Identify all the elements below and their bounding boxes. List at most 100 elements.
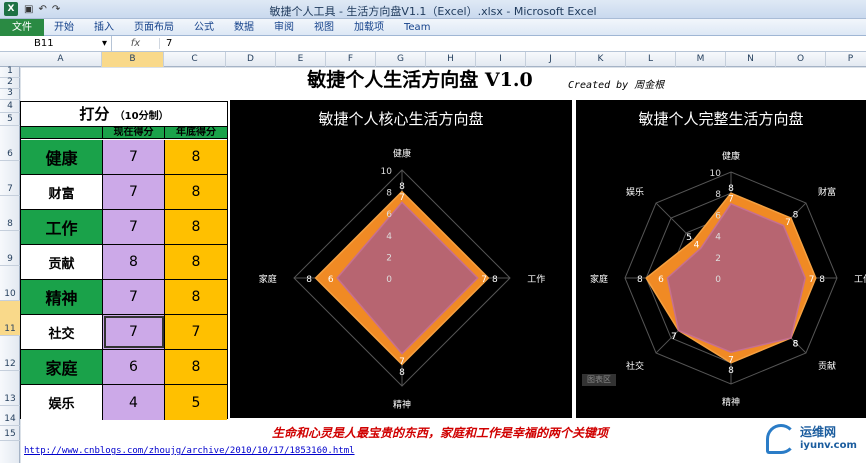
score-now-cell[interactable]: 7 — [103, 280, 165, 314]
score-end-cell[interactable]: 8 — [165, 280, 227, 314]
score-now-cell[interactable]: 6 — [103, 350, 165, 384]
radar-axis-label: 家庭 — [590, 273, 608, 285]
column-headers: ABCDEFGHIJKLMNOP — [0, 52, 866, 67]
score-category[interactable]: 精神 — [21, 280, 103, 314]
score-now-cell[interactable]: 7 — [103, 140, 165, 174]
save-icon[interactable]: ▣ — [24, 4, 33, 15]
ribbon-tab-2[interactable]: 插入 — [84, 19, 124, 36]
column-header-F[interactable]: F — [326, 52, 376, 67]
score-now-cell[interactable]: 4 — [103, 385, 165, 420]
score-now-cell[interactable]: 7 — [103, 210, 165, 244]
col-now-header[interactable]: 现在得分 — [103, 127, 165, 139]
radar-data-label: 7 — [399, 193, 405, 203]
col-end-header[interactable]: 年底得分 — [165, 127, 227, 139]
radar-axis-label: 健康 — [393, 148, 411, 160]
score-now-cell[interactable]: 7 — [103, 315, 165, 349]
row-header-6[interactable]: 6 — [0, 126, 20, 161]
score-now-cell[interactable]: 7 — [103, 175, 165, 209]
row-header-4[interactable]: 4 — [0, 100, 20, 113]
column-header-A[interactable]: A — [20, 52, 102, 67]
radar-tick-label: 0 — [715, 275, 721, 285]
chevron-down-icon[interactable]: ▾ — [102, 36, 107, 51]
score-now-cell[interactable]: 8 — [103, 245, 165, 279]
column-header-K[interactable]: K — [576, 52, 626, 67]
column-header-N[interactable]: N — [726, 52, 776, 67]
radar-tick-label: 0 — [386, 275, 392, 285]
row-header-5[interactable]: 5 — [0, 113, 20, 126]
column-header-L[interactable]: L — [626, 52, 676, 67]
ribbon-tab-1[interactable]: 开始 — [44, 19, 84, 36]
score-category[interactable]: 贡献 — [21, 245, 103, 279]
radar-axis-label: 贡献 — [818, 360, 836, 372]
source-link[interactable]: http://www.cnblogs.com/zhoujg/archive/20… — [24, 446, 355, 456]
row-header-15[interactable]: 15 — [0, 426, 20, 441]
score-category[interactable]: 社交 — [21, 315, 103, 349]
col-blank-header[interactable] — [21, 127, 103, 139]
undo-icon[interactable]: ↶ — [38, 4, 46, 15]
column-header-C[interactable]: C — [164, 52, 226, 67]
column-header-M[interactable]: M — [676, 52, 726, 67]
insert-function-button[interactable]: fx — [112, 38, 160, 49]
radar-tick-label: 10 — [710, 169, 722, 179]
table-row: 财富 7 8 — [21, 175, 227, 210]
name-box[interactable]: B11 ▾ — [0, 36, 112, 51]
score-category[interactable]: 家庭 — [21, 350, 103, 384]
score-header-label: 打分 — [79, 105, 110, 123]
column-header-D[interactable]: D — [226, 52, 276, 67]
ribbon-tab-3[interactable]: 页面布局 — [124, 19, 184, 36]
score-category[interactable]: 娱乐 — [21, 385, 103, 420]
radar-tick-label: 10 — [381, 167, 393, 177]
column-header-I[interactable]: I — [476, 52, 526, 67]
redo-icon[interactable]: ↷ — [52, 4, 60, 15]
row-header-11[interactable]: 11 — [0, 301, 20, 336]
score-end-cell[interactable]: 8 — [165, 175, 227, 209]
score-end-cell[interactable]: 5 — [165, 385, 227, 420]
radar-data-label: 4 — [694, 241, 700, 251]
column-header-J[interactable]: J — [526, 52, 576, 67]
row-header-12[interactable]: 12 — [0, 336, 20, 371]
score-end-cell[interactable]: 8 — [165, 210, 227, 244]
column-header-H[interactable]: H — [426, 52, 476, 67]
row-headers: 1 2 3 4 5 6 7 8 9 10 11 12 13 14 15 — [0, 66, 20, 463]
core-radar-chart[interactable]: 敏捷个人核心生活方向盘0246810健康工作精神家庭77768888 — [230, 100, 572, 418]
table-row: 娱乐 4 5 — [21, 385, 227, 420]
column-header-E[interactable]: E — [276, 52, 326, 67]
radar-data-label: 7 — [399, 357, 405, 367]
ribbon-tab-7[interactable]: 视图 — [304, 19, 344, 36]
score-end-cell[interactable]: 8 — [165, 245, 227, 279]
row-header-7[interactable]: 7 — [0, 161, 20, 196]
row-header-8[interactable]: 8 — [0, 196, 20, 231]
radar-tick-label: 4 — [386, 232, 392, 242]
excel-app-icon[interactable]: X — [4, 2, 18, 16]
score-header[interactable]: 打分 （10分制） — [21, 102, 227, 127]
ribbon-tab-4[interactable]: 公式 — [184, 19, 224, 36]
score-end-cell[interactable]: 7 — [165, 315, 227, 349]
radar-data-label: 8 — [306, 275, 312, 285]
row-header-9[interactable]: 9 — [0, 231, 20, 266]
ribbon-tab-0[interactable]: 文件 — [0, 18, 44, 36]
radar-tick-label: 4 — [715, 233, 721, 243]
ribbon-tab-6[interactable]: 审阅 — [264, 19, 304, 36]
radar-axis-label: 娱乐 — [626, 186, 644, 198]
column-header-O[interactable]: O — [776, 52, 826, 67]
ribbon-tab-5[interactable]: 数据 — [224, 19, 264, 36]
formula-input[interactable]: 7 — [160, 38, 172, 49]
row-header-14[interactable]: 14 — [0, 406, 20, 426]
score-category[interactable]: 健康 — [21, 140, 103, 174]
radar-data-label: 6 — [658, 275, 664, 285]
table-row: 家庭 6 8 — [21, 350, 227, 385]
full-radar-chart[interactable]: 敏捷个人完整生活方向盘0246810健康财富工作贡献精神社交家庭娱乐777877… — [576, 100, 866, 418]
row-header-13[interactable]: 13 — [0, 371, 20, 406]
row-header-10[interactable]: 10 — [0, 266, 20, 301]
ribbon-tab-9[interactable]: Team — [394, 19, 440, 36]
column-header-B[interactable]: B — [102, 52, 164, 67]
score-end-cell[interactable]: 8 — [165, 140, 227, 174]
row-header-3[interactable]: 3 — [0, 88, 20, 100]
column-header-P[interactable]: P — [826, 52, 866, 67]
ribbon-tab-8[interactable]: 加载项 — [344, 19, 394, 36]
radar-data-label: 7 — [728, 194, 734, 204]
score-category[interactable]: 工作 — [21, 210, 103, 244]
score-end-cell[interactable]: 8 — [165, 350, 227, 384]
column-header-G[interactable]: G — [376, 52, 426, 67]
score-category[interactable]: 财富 — [21, 175, 103, 209]
